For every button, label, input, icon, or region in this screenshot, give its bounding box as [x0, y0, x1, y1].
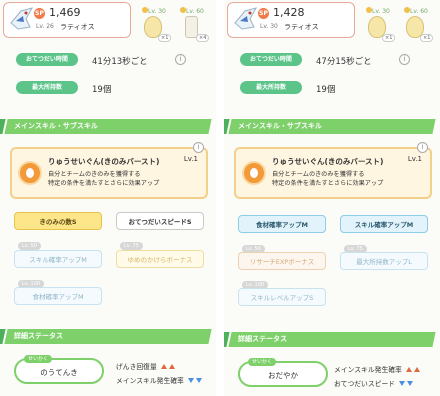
help-time-label: おてつだい時間	[240, 53, 302, 66]
main-skill-card[interactable]: i りゅうせいぐん(きのみバースト) Lv.1 自分とチームのきのみを獲得する …	[10, 142, 208, 199]
nature-effect-up: げんき回復量	[116, 361, 175, 371]
sub-skill-1[interactable]: きのみの数S	[14, 212, 102, 230]
nature-tag: せいかく	[24, 355, 53, 363]
strength-points: 1,469	[49, 6, 81, 19]
max-carry-value: 19個	[92, 85, 112, 95]
help-time-value: 47分15秒ごと	[316, 57, 372, 67]
ingredient-slot-2[interactable]: Lv. 60 ×1	[398, 4, 436, 42]
main-skill-name: りゅうせいぐん(きのみバースト)	[272, 157, 384, 166]
main-skill-name: りゅうせいぐん(きのみバースト)	[48, 157, 160, 166]
details-section-header: 詳細ステータス	[224, 332, 436, 347]
sub-skill-3[interactable]: スキル確率アップM	[14, 250, 102, 268]
ingredient-level: Lv. 30	[372, 8, 390, 15]
sub-skill-4[interactable]: 最大所持数アップL	[340, 252, 428, 270]
effect-label: おてつだいスピード	[334, 380, 396, 388]
ingredient-level: Lv. 60	[186, 8, 204, 15]
sp-icon: SP	[34, 8, 45, 19]
max-carry-label: 最大所持数	[16, 81, 78, 94]
arrow-down-icon	[399, 381, 406, 386]
berry-burst-icon	[242, 161, 266, 185]
nature-value: おだやか	[268, 371, 298, 380]
latios-sprite-icon	[234, 7, 258, 30]
max-carry-value: 19個	[316, 85, 336, 95]
main-skill-level: Lv.1	[407, 155, 422, 163]
nature-effect-down: おてつだいスピード	[334, 378, 414, 388]
nature-tag: せいかく	[248, 358, 277, 366]
pokemon-panel-right: SP 1,428 Lv. 30 ラティオス Lv. 30 ×1 Lv. 60 ×…	[224, 0, 440, 396]
pokemon-name: ラティオス	[60, 23, 95, 31]
sub-skill-4[interactable]: ゆめのかけらボーナス	[116, 250, 204, 268]
sub-skill-level-tag: Lv. 75	[120, 242, 143, 250]
sub-skill-5[interactable]: 食材確率アップM	[14, 287, 102, 305]
ingredient-count: ×4	[196, 34, 210, 42]
help-time-value: 41分13秒ごと	[92, 57, 148, 67]
effect-label: げんき回復量	[116, 363, 157, 371]
arrow-down-icon	[407, 381, 414, 386]
effect-label: メインスキル発生確率	[334, 366, 402, 374]
max-carry-label: 最大所持数	[240, 81, 302, 94]
arrow-down-icon	[196, 378, 203, 383]
ingredient-slot-1[interactable]: Lv. 30 ×1	[360, 4, 398, 42]
arrow-up-icon	[160, 364, 167, 369]
effect-label: メインスキル発生確率	[116, 377, 184, 385]
pokemon-level: Lv. 26	[36, 23, 54, 30]
main-skill-card[interactable]: i りゅうせいぐん(きのみバースト) Lv.1 自分とチームのきのみを獲得する …	[234, 142, 432, 199]
pokemon-level: Lv. 30	[260, 23, 278, 30]
skills-section-header: メインスキル・サブスキル	[224, 119, 436, 134]
details-section-header: 詳細ステータス	[0, 329, 212, 344]
section-title: メインスキル・サブスキル	[238, 122, 322, 130]
nature-box[interactable]: せいかく のうてんき	[14, 355, 104, 384]
pokemon-panel-left: SP 1,469 Lv. 26 ラティオス Lv. 30 ×1 Lv. 60 ×…	[0, 0, 216, 396]
nature-value: のうてんき	[40, 368, 78, 377]
sub-skill-3[interactable]: リサーチEXPボーナス	[238, 252, 326, 270]
ingredient-count: ×1	[158, 34, 172, 42]
sub-skill-1[interactable]: 食材確率アップM	[238, 215, 326, 233]
pokemon-card[interactable]: SP 1,428 Lv. 30 ラティオス	[227, 2, 355, 38]
strength-points: 1,428	[273, 6, 305, 19]
ingredient-count: ×1	[382, 34, 396, 42]
section-title: メインスキル・サブスキル	[14, 122, 98, 130]
info-icon[interactable]: i	[399, 54, 410, 65]
ingredient-count: ×1	[420, 34, 434, 42]
pokemon-card[interactable]: SP 1,469 Lv. 26 ラティオス	[3, 2, 131, 38]
sp-icon: SP	[258, 8, 269, 19]
nature-effect-down: メインスキル発生確率	[116, 375, 203, 385]
section-title: 詳細ステータス	[14, 332, 63, 340]
sub-skill-level-tag: Lv. 50	[18, 242, 41, 250]
ingredient-slot-2[interactable]: Lv. 60 ×4	[174, 4, 212, 42]
sub-skill-5[interactable]: スキルレベルアップS	[238, 288, 326, 306]
ingredient-level: Lv. 60	[410, 8, 428, 15]
ingredient-level: Lv. 30	[148, 8, 166, 15]
nature-effect-up: メインスキル発生確率	[334, 364, 421, 374]
info-icon[interactable]: i	[417, 142, 428, 153]
nature-box[interactable]: せいかく おだやか	[238, 358, 328, 387]
arrow-down-icon	[188, 378, 195, 383]
berry-burst-icon	[18, 161, 42, 185]
sub-skill-2[interactable]: スキル確率アップM	[340, 215, 428, 233]
latios-sprite-icon	[10, 7, 34, 30]
section-title: 詳細ステータス	[238, 335, 287, 343]
main-skill-description: 自分とチームのきのみを獲得する 特定の条件を満たすとさらに効果アップ	[272, 171, 384, 187]
info-icon[interactable]: i	[193, 142, 204, 153]
info-icon[interactable]: i	[175, 54, 186, 65]
sub-skill-2[interactable]: おてつだいスピードS	[116, 212, 204, 230]
arrow-up-icon	[406, 367, 413, 372]
pokemon-name: ラティオス	[284, 23, 319, 31]
arrow-up-icon	[168, 364, 175, 369]
arrow-up-icon	[414, 367, 421, 372]
main-skill-description: 自分とチームのきのみを獲得する 特定の条件を満たすとさらに効果アップ	[48, 171, 160, 187]
main-skill-level: Lv.1	[183, 155, 198, 163]
help-time-label: おてつだい時間	[16, 53, 78, 66]
skills-section-header: メインスキル・サブスキル	[0, 119, 212, 134]
ingredient-slot-1[interactable]: Lv. 30 ×1	[136, 4, 174, 42]
